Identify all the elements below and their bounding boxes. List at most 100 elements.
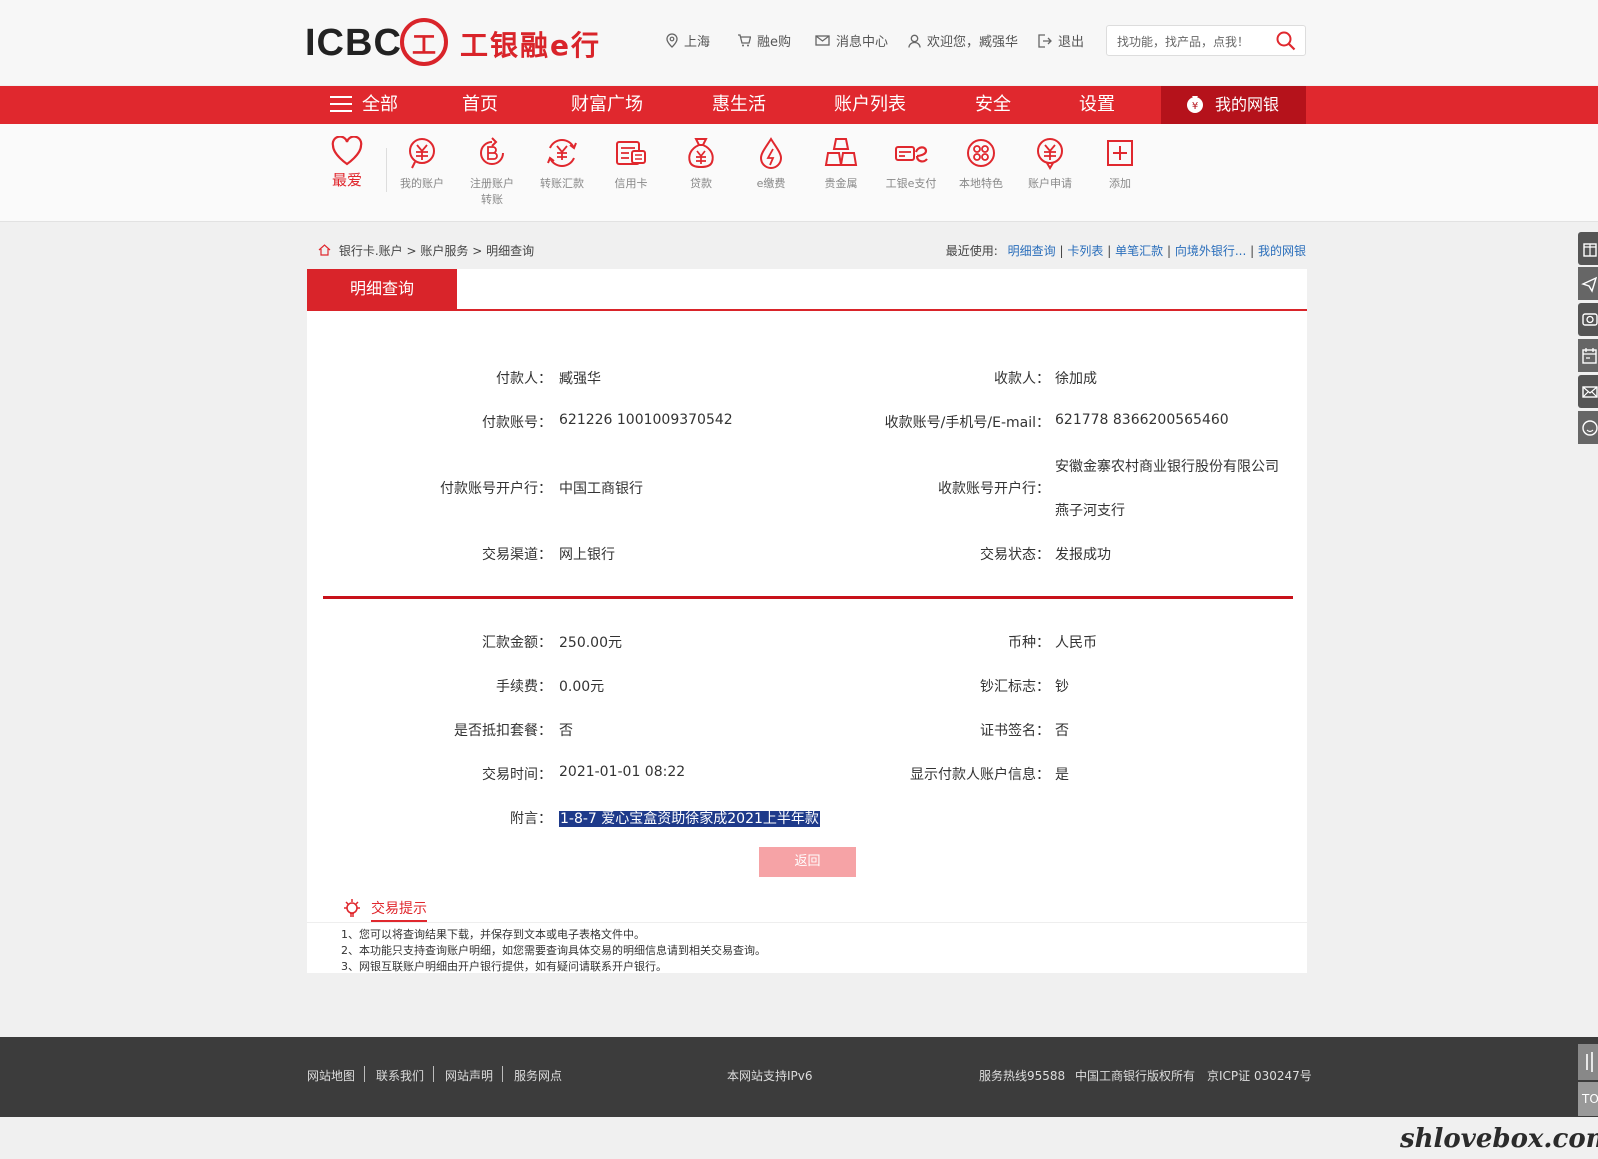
cert-label: 证书签名： (980, 723, 1050, 739)
heart-icon (331, 136, 363, 166)
shortcut-transfer[interactable]: 转账汇款 (529, 136, 595, 192)
channel-label: 交易渠道： (482, 547, 552, 563)
cert-value: 否 (1055, 723, 1069, 739)
shortcut-my-account[interactable]: 我的账户 (389, 136, 455, 192)
yuan-pin-icon (1037, 138, 1063, 170)
recent-link-detail[interactable]: 明细查询 (1008, 244, 1056, 258)
nav-life[interactable]: 惠生活 (712, 86, 766, 124)
breadcrumb-cards[interactable]: 银行卡.账户 (339, 244, 403, 258)
show-payer-label: 显示付款人账户信息： (910, 767, 1050, 783)
icbc-seal-logo: 工 (400, 18, 448, 66)
shortcut-precious-metal[interactable]: 贵金属 (808, 136, 874, 192)
shortcut-register-transfer[interactable]: 注册账户 转账 (459, 136, 525, 208)
yuan-circle-icon (409, 138, 435, 169)
recent-link-mybank[interactable]: 我的网银 (1258, 244, 1306, 258)
side-service-button[interactable] (1578, 411, 1598, 444)
amount-label: 汇款金额： (482, 635, 552, 651)
nav-wealth[interactable]: 财富广场 (571, 86, 643, 124)
back-to-top-button[interactable]: TO (1578, 1082, 1598, 1116)
shortcut-credit-card[interactable]: 信用卡 (598, 136, 664, 192)
show-payer-value: 是 (1055, 767, 1069, 783)
tips-title: 交易提示 (371, 898, 427, 922)
shortcut-add[interactable]: 添加 (1087, 136, 1153, 192)
footer-sep (364, 1066, 365, 1082)
footer-branches[interactable]: 服务网点 (514, 1067, 562, 1084)
footer-contact[interactable]: 联系我们 (376, 1067, 424, 1084)
shop-link[interactable]: 融e购 (737, 31, 791, 50)
section-divider (323, 596, 1293, 599)
location-pin-icon (666, 33, 678, 48)
recent-used: 最近使用: 明细查询 | 卡列表 | 单笔汇款 | 向境外银行... | 我的网… (945, 244, 1306, 258)
plus-square-icon (1107, 140, 1133, 166)
back-button[interactable]: 返回 (759, 847, 856, 877)
footer-ipv6: 本网站支持IPv6 (727, 1069, 813, 1083)
user-icon (908, 34, 921, 48)
payer-label: 付款人： (496, 371, 552, 387)
yuan-arrows-icon (547, 139, 577, 167)
messages-link[interactable]: 消息中心 (815, 31, 888, 50)
recent-link-cards[interactable]: 卡列表 (1067, 244, 1103, 258)
tab-detail-query[interactable]: 明细查询 (307, 269, 457, 309)
gold-bars-icon (824, 138, 858, 166)
tip-line-1: 1、您可以将查询结果下载，并保存到文本或电子表格文件中。 (341, 928, 645, 941)
footer-sitemap[interactable]: 网站地图 (307, 1067, 355, 1084)
nav-mybank[interactable]: ¥ 我的网银 (1161, 86, 1306, 124)
watermark: shlovebox.com (1400, 1124, 1598, 1154)
icbc-logo[interactable]: ICBC (305, 22, 402, 65)
payee-value: 徐加成 (1055, 371, 1097, 387)
local-icon (967, 139, 995, 167)
payee-account-label: 收款账号/手机号/E-mail： (884, 415, 1050, 431)
breadcrumb-current: 明细查询 (486, 244, 535, 258)
drop-lightning-icon (759, 137, 783, 169)
camera-icon (1582, 313, 1598, 326)
shortcut-local[interactable]: 本地特色 (948, 136, 1014, 192)
search-input[interactable]: 找功能，找产品，点我！ (1117, 33, 1249, 50)
nav-all[interactable]: 全部 (330, 86, 398, 124)
home-icon[interactable] (318, 244, 331, 256)
svg-text:¥: ¥ (1192, 101, 1198, 112)
breadcrumb-account-service[interactable]: 账户服务 (420, 244, 468, 258)
city-link[interactable]: 上海 (666, 31, 710, 50)
mail-icon (1582, 386, 1598, 398)
shortcut-favorite[interactable]: 最爱 (314, 136, 380, 190)
nav-home[interactable]: 首页 (462, 86, 498, 124)
payee-bank-label: 收款账号开户行： (938, 481, 1050, 497)
nav-security[interactable]: 安全 (975, 86, 1011, 124)
shortcut-epay-bills[interactable]: e缴费 (738, 136, 804, 192)
shortcut-loan[interactable]: 贷款 (668, 136, 734, 192)
payer-value: 臧强华 (559, 371, 601, 387)
gift-icon (1583, 243, 1597, 257)
footer-statement[interactable]: 网站声明 (445, 1067, 493, 1084)
shortcut-account-apply[interactable]: 账户申请 (1017, 136, 1083, 192)
epay-icon (895, 146, 928, 163)
send-icon (1581, 276, 1598, 293)
tips-divider (307, 922, 1307, 923)
welcome-user[interactable]: 欢迎您，臧强华 (908, 31, 1018, 50)
currency-value: 人民币 (1055, 635, 1097, 651)
search-icon[interactable] (1275, 30, 1297, 52)
search-box[interactable]: 找功能，找产品，点我！ (1106, 25, 1306, 56)
payee-label: 收款人： (994, 371, 1050, 387)
side-feedback-button[interactable] (1578, 1044, 1598, 1080)
logout-icon (1038, 33, 1052, 48)
side-camera-button[interactable] (1578, 303, 1598, 336)
recent-link-single-remit[interactable]: 单笔汇款 (1115, 244, 1163, 258)
side-calendar-button[interactable] (1578, 339, 1598, 372)
cart-icon (738, 34, 751, 47)
footer-sep (502, 1066, 503, 1082)
payee-bank-value-line1: 安徽金寨农村商业银行股份有限公司 (1055, 459, 1279, 475)
side-send-button[interactable] (1578, 267, 1598, 300)
money-bag-icon: ¥ (1187, 96, 1203, 113)
note-label: 附言： (510, 811, 552, 827)
bars-icon (1586, 1052, 1593, 1072)
recent-link-overseas[interactable]: 向境外银行... (1175, 244, 1246, 258)
time-label: 交易时间： (482, 767, 552, 783)
logout-link[interactable]: 退出 (1037, 31, 1084, 50)
side-mail-button[interactable] (1578, 375, 1598, 408)
nav-accounts[interactable]: 账户列表 (834, 86, 906, 124)
payee-bank-value-line2: 燕子河支行 (1055, 503, 1125, 519)
side-gift-button[interactable] (1578, 232, 1598, 265)
nav-settings[interactable]: 设置 (1079, 86, 1115, 124)
payer-bank-value: 中国工商银行 (559, 481, 643, 497)
shortcut-icbc-epay[interactable]: 工银e支付 (878, 136, 944, 192)
